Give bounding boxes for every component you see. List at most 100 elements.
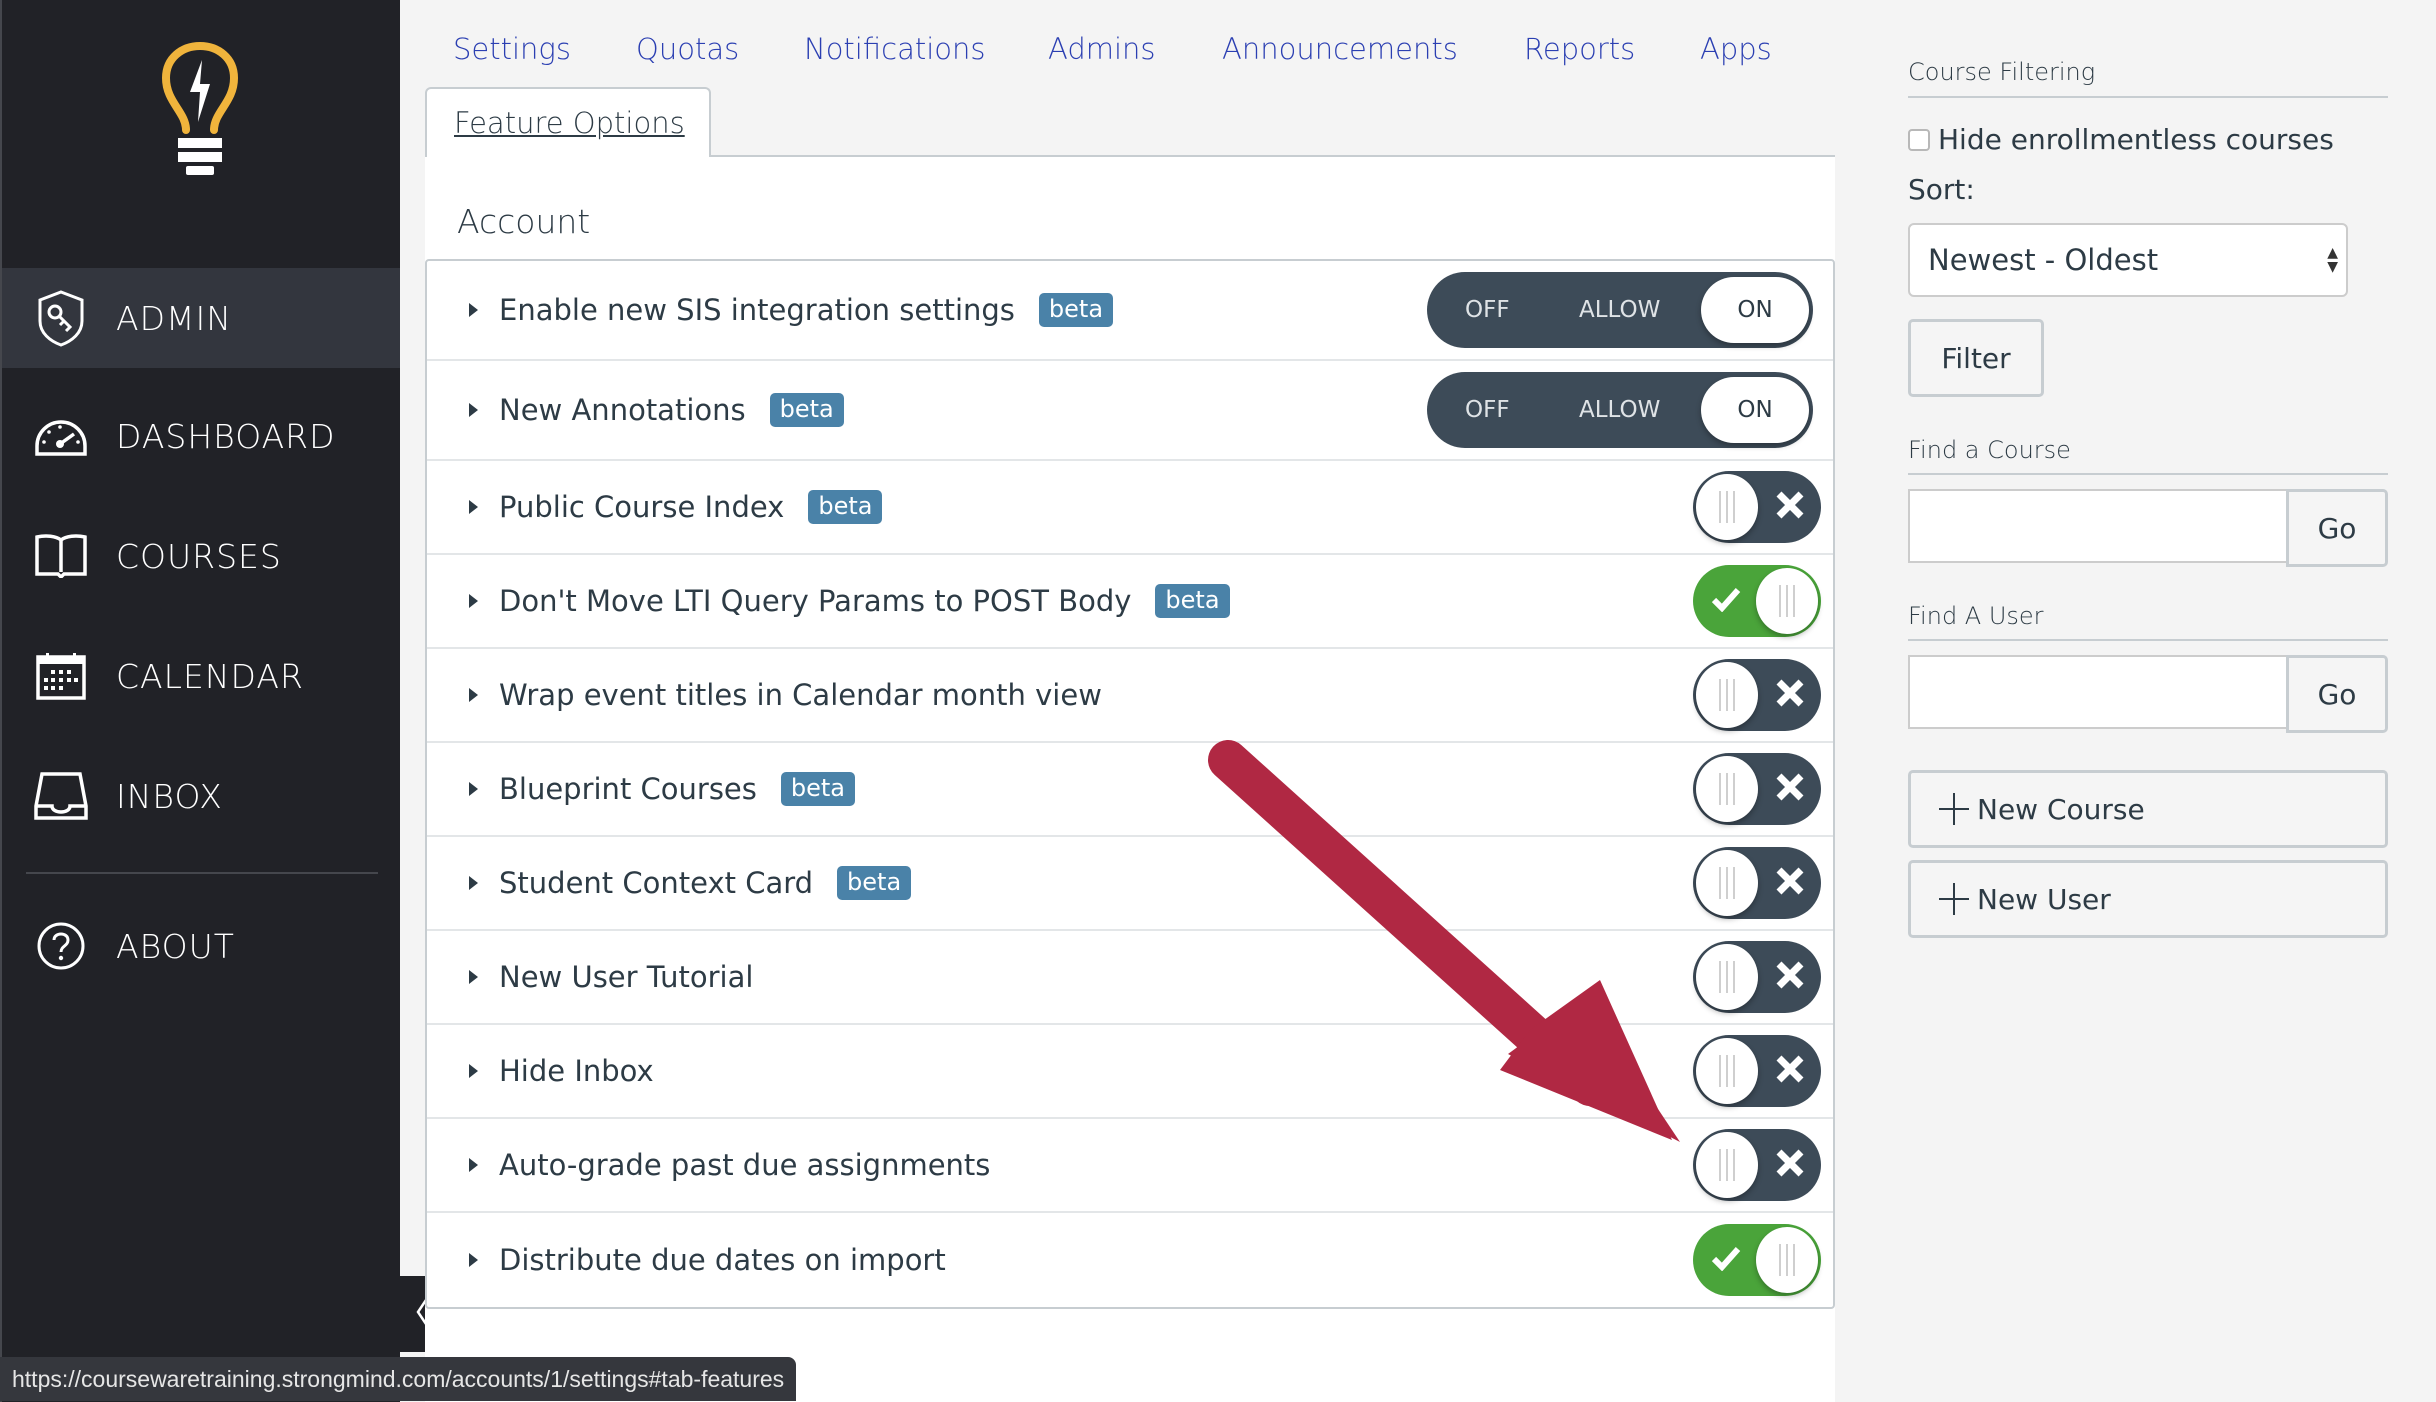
feature-label[interactable]: Enable new SIS integration settings beta bbox=[499, 293, 1114, 327]
divider bbox=[1908, 96, 2388, 98]
feature-toggle[interactable] bbox=[1693, 753, 1821, 825]
expand-caret-icon[interactable] bbox=[469, 500, 478, 514]
feature-name: Student Context Card bbox=[499, 866, 814, 900]
expand-caret-icon[interactable] bbox=[469, 1253, 478, 1267]
x-icon bbox=[1775, 1054, 1805, 1088]
lightbulb-logo[interactable] bbox=[160, 41, 240, 176]
expand-caret-icon[interactable] bbox=[469, 1158, 478, 1172]
course-filtering-heading: Course Filtering bbox=[1908, 58, 2096, 86]
tri-state-switch[interactable]: OFF ALLOW ON bbox=[1427, 272, 1813, 348]
toggle-knob[interactable] bbox=[1696, 756, 1758, 822]
sidebar-item-about[interactable]: ABOUT bbox=[2, 896, 400, 996]
expand-caret-icon[interactable] bbox=[469, 594, 478, 608]
feature-toggle[interactable] bbox=[1693, 941, 1821, 1013]
right-panel: Course Filtering Hide enrollmentless cou… bbox=[1908, 0, 2388, 1402]
expand-caret-icon[interactable] bbox=[469, 782, 478, 796]
tab-apps[interactable]: Apps bbox=[1700, 32, 1772, 66]
toggle-knob[interactable] bbox=[1696, 1038, 1758, 1104]
feature-toggle[interactable] bbox=[1693, 471, 1821, 543]
feature-toggle[interactable] bbox=[1693, 1035, 1821, 1107]
status-bar-url: https://coursewaretraining.strongmind.co… bbox=[0, 1357, 797, 1401]
sidebar-item-courses[interactable]: COURSES bbox=[2, 506, 400, 606]
filter-button[interactable]: Filter bbox=[1908, 319, 2044, 397]
feature-name: Blueprint Courses bbox=[499, 772, 757, 806]
switch-option-allow[interactable]: ALLOW bbox=[1579, 397, 1660, 423]
sidebar-item-inbox[interactable]: INBOX bbox=[2, 746, 400, 846]
feature-toggle[interactable] bbox=[1693, 1129, 1821, 1201]
toggle-knob[interactable] bbox=[1696, 662, 1758, 728]
expand-caret-icon[interactable] bbox=[469, 970, 478, 984]
feature-label[interactable]: Distribute due dates on import bbox=[499, 1243, 946, 1277]
feature-row: Don't Move LTI Query Params to POST Body… bbox=[427, 555, 1833, 649]
hide-enrollmentless-checkbox[interactable] bbox=[1908, 128, 1930, 151]
expand-caret-icon[interactable] bbox=[469, 403, 478, 417]
beta-badge: beta bbox=[1155, 584, 1230, 618]
sort-label: Sort: bbox=[1908, 173, 1975, 206]
feature-label[interactable]: Don't Move LTI Query Params to POST Body… bbox=[499, 584, 1230, 618]
beta-badge: beta bbox=[780, 772, 856, 806]
feature-label[interactable]: Student Context Card beta bbox=[499, 866, 912, 900]
tab-quotas[interactable]: Quotas bbox=[636, 32, 739, 66]
switch-option-allow[interactable]: ALLOW bbox=[1579, 297, 1660, 323]
tab-feature-options[interactable]: Feature Options bbox=[425, 87, 711, 159]
switch-option-on[interactable]: ON bbox=[1701, 377, 1809, 443]
feature-toggle[interactable] bbox=[1693, 847, 1821, 919]
feature-label[interactable]: Auto-grade past due assignments bbox=[499, 1148, 990, 1182]
sidebar-divider bbox=[26, 872, 378, 874]
expand-caret-icon[interactable] bbox=[469, 303, 478, 317]
feature-row: Distribute due dates on import bbox=[427, 1213, 1833, 1307]
divider bbox=[1908, 639, 2388, 641]
beta-badge: beta bbox=[1038, 293, 1114, 327]
tab-notifications[interactable]: Notifications bbox=[804, 32, 986, 66]
feature-label[interactable]: New Annotations beta bbox=[499, 393, 844, 427]
feature-label[interactable]: Hide Inbox bbox=[499, 1054, 654, 1088]
feature-name: Auto-grade past due assignments bbox=[499, 1148, 991, 1182]
switch-option-on[interactable]: ON bbox=[1701, 277, 1809, 343]
feature-toggle[interactable] bbox=[1693, 659, 1821, 731]
toggle-knob[interactable] bbox=[1696, 944, 1758, 1010]
expand-caret-icon[interactable] bbox=[469, 1064, 478, 1078]
settings-tabs: Settings Quotas Notifications Admins Ann… bbox=[425, 22, 1835, 159]
question-circle-icon bbox=[34, 919, 88, 973]
find-course-go-button[interactable]: Go bbox=[2286, 489, 2388, 567]
feature-toggle[interactable] bbox=[1693, 1224, 1821, 1296]
expand-caret-icon[interactable] bbox=[469, 876, 478, 890]
new-user-button[interactable]: New User bbox=[1908, 860, 2388, 938]
feature-label[interactable]: Public Course Index beta bbox=[499, 490, 883, 524]
find-user-go-button[interactable]: Go bbox=[2286, 655, 2388, 733]
hide-enrollmentless-option[interactable]: Hide enrollmentless courses bbox=[1908, 123, 2334, 156]
toggle-knob[interactable] bbox=[1696, 850, 1758, 916]
plus-icon bbox=[1939, 793, 1969, 825]
sidebar-item-label: DASHBOARD bbox=[116, 416, 336, 456]
tab-reports[interactable]: Reports bbox=[1524, 32, 1635, 66]
feature-label[interactable]: Wrap event titles in Calendar month view bbox=[499, 678, 1102, 712]
find-course-heading: Find a Course bbox=[1908, 436, 2071, 464]
sidebar-item-label: INBOX bbox=[116, 776, 223, 816]
toggle-knob[interactable] bbox=[1696, 1132, 1758, 1198]
tab-settings[interactable]: Settings bbox=[453, 32, 571, 66]
switch-option-off[interactable]: OFF bbox=[1465, 297, 1510, 323]
beta-badge: beta bbox=[769, 393, 844, 427]
select-arrows-icon: ▲ ▼ bbox=[2327, 245, 2338, 275]
expand-caret-icon[interactable] bbox=[469, 688, 478, 702]
sidebar-item-dashboard[interactable]: DASHBOARD bbox=[2, 386, 400, 486]
toggle-knob[interactable] bbox=[1696, 474, 1758, 540]
find-user-input[interactable] bbox=[1908, 655, 2288, 729]
new-course-button[interactable]: New Course bbox=[1908, 770, 2388, 848]
feature-label[interactable]: Blueprint Courses beta bbox=[499, 772, 856, 806]
toggle-knob[interactable] bbox=[1756, 1227, 1818, 1293]
switch-option-off[interactable]: OFF bbox=[1465, 397, 1510, 423]
speedometer-icon bbox=[34, 409, 88, 463]
sort-select[interactable]: Newest - Oldest ▲ ▼ bbox=[1908, 223, 2348, 297]
sidebar-item-admin[interactable]: ADMIN bbox=[2, 268, 400, 368]
feature-label[interactable]: New User Tutorial bbox=[499, 960, 753, 994]
toggle-knob[interactable] bbox=[1756, 568, 1818, 634]
calendar-icon bbox=[34, 649, 88, 703]
feature-toggle[interactable] bbox=[1693, 565, 1821, 637]
tab-admins[interactable]: Admins bbox=[1048, 32, 1156, 66]
tri-state-switch[interactable]: OFF ALLOW ON bbox=[1427, 372, 1813, 448]
sidebar-item-calendar[interactable]: CALENDAR bbox=[2, 626, 400, 726]
tab-announcements[interactable]: Announcements bbox=[1222, 32, 1458, 66]
find-course-input[interactable] bbox=[1908, 489, 2288, 563]
beta-badge: beta bbox=[808, 490, 883, 524]
